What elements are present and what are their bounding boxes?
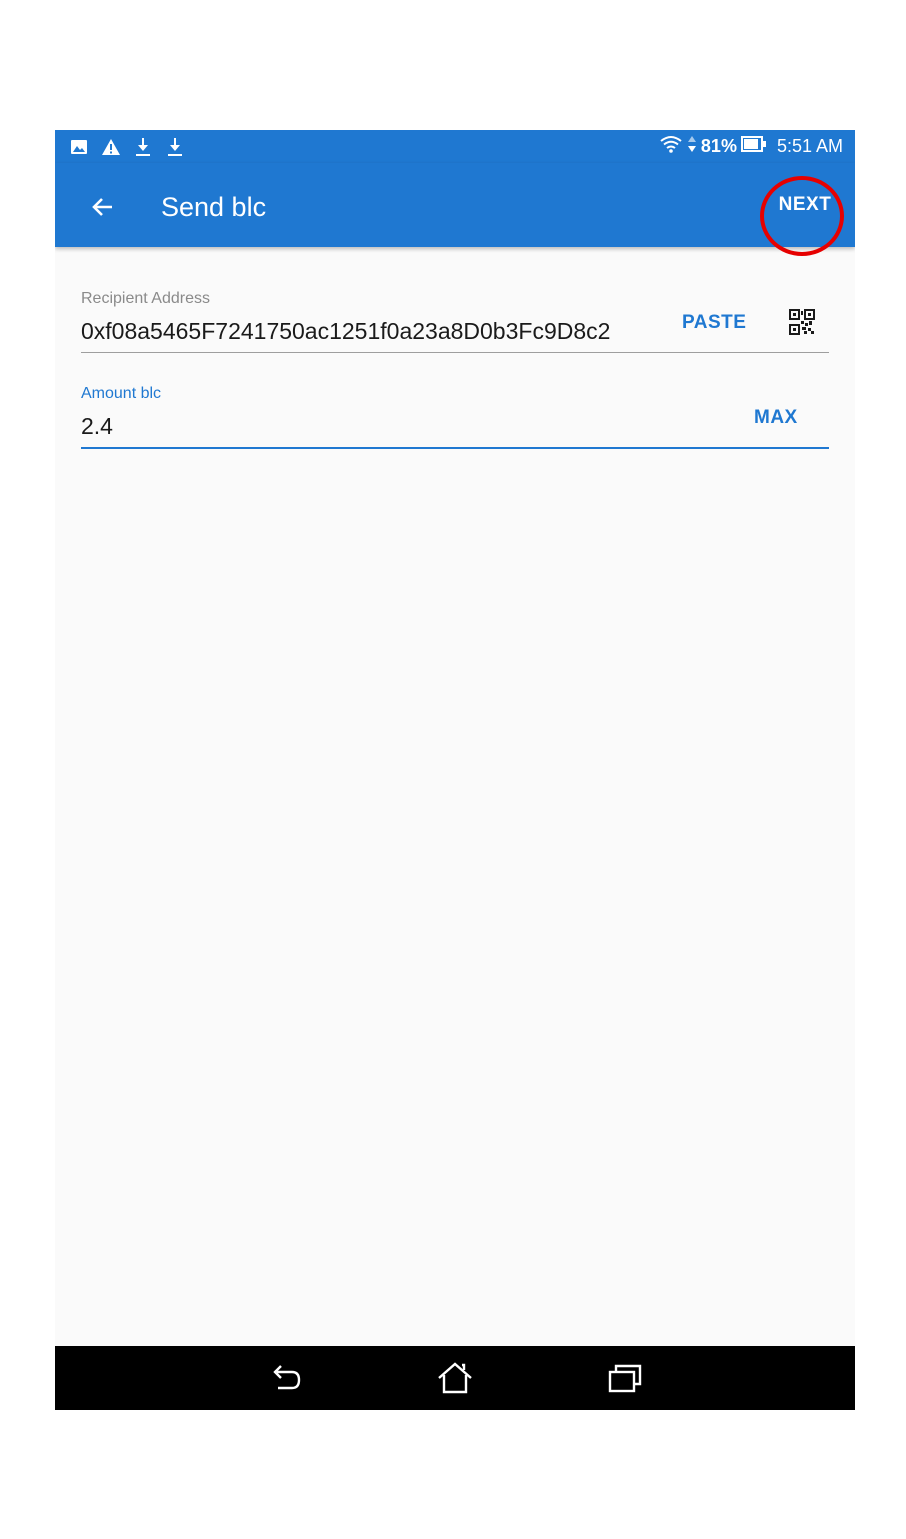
back-button[interactable] <box>83 187 123 227</box>
device-screen: 81% 5:51 AM Send blc NEXT Recipient Addr… <box>55 130 855 1410</box>
warning-icon <box>101 137 121 157</box>
amount-underline <box>81 447 829 449</box>
amount-field[interactable]: Amount blc 2.4 MAX <box>81 385 829 449</box>
home-nav-button[interactable] <box>435 1358 475 1398</box>
recipient-address-input[interactable]: 0xf08a5465F7241750ac1251f0a23a8D0b3Fc9D8… <box>81 318 610 345</box>
back-nav-button[interactable] <box>265 1358 305 1398</box>
qr-code-scan-button[interactable] <box>789 309 815 335</box>
recipient-address-underline <box>81 352 829 353</box>
back-nav-icon <box>273 1365 301 1390</box>
download-icon <box>165 137 185 157</box>
arrow-left-icon <box>92 198 112 216</box>
home-icon <box>438 1362 472 1394</box>
status-system: 81% 5:51 AM <box>659 135 843 157</box>
amount-input[interactable]: 2.4 <box>81 413 113 440</box>
paste-button[interactable]: PASTE <box>682 312 746 334</box>
status-bar: 81% 5:51 AM <box>55 130 855 163</box>
image-icon <box>69 137 89 157</box>
amount-label: Amount blc <box>81 385 162 402</box>
recents-nav-button[interactable] <box>605 1358 645 1398</box>
recent-apps-icon <box>608 1364 642 1393</box>
wifi-icon <box>659 134 683 159</box>
page-title: Send blc <box>161 192 267 222</box>
app-bar: Send blc NEXT <box>55 163 855 247</box>
status-notifications <box>69 136 185 158</box>
clock: 5:51 AM <box>776 135 843 156</box>
download-icon <box>133 137 153 157</box>
recipient-address-label: Recipient Address <box>81 290 210 307</box>
navigation-bar <box>55 1346 855 1410</box>
qr-code-icon <box>789 309 815 335</box>
recipient-address-field[interactable]: Recipient Address 0xf08a5465F7241750ac12… <box>81 290 829 353</box>
next-button[interactable]: NEXT <box>765 185 845 225</box>
max-button[interactable]: MAX <box>754 407 798 429</box>
battery-icon <box>740 134 767 159</box>
data-transfer-icon <box>687 134 697 159</box>
battery-percent: 81% <box>700 135 737 156</box>
